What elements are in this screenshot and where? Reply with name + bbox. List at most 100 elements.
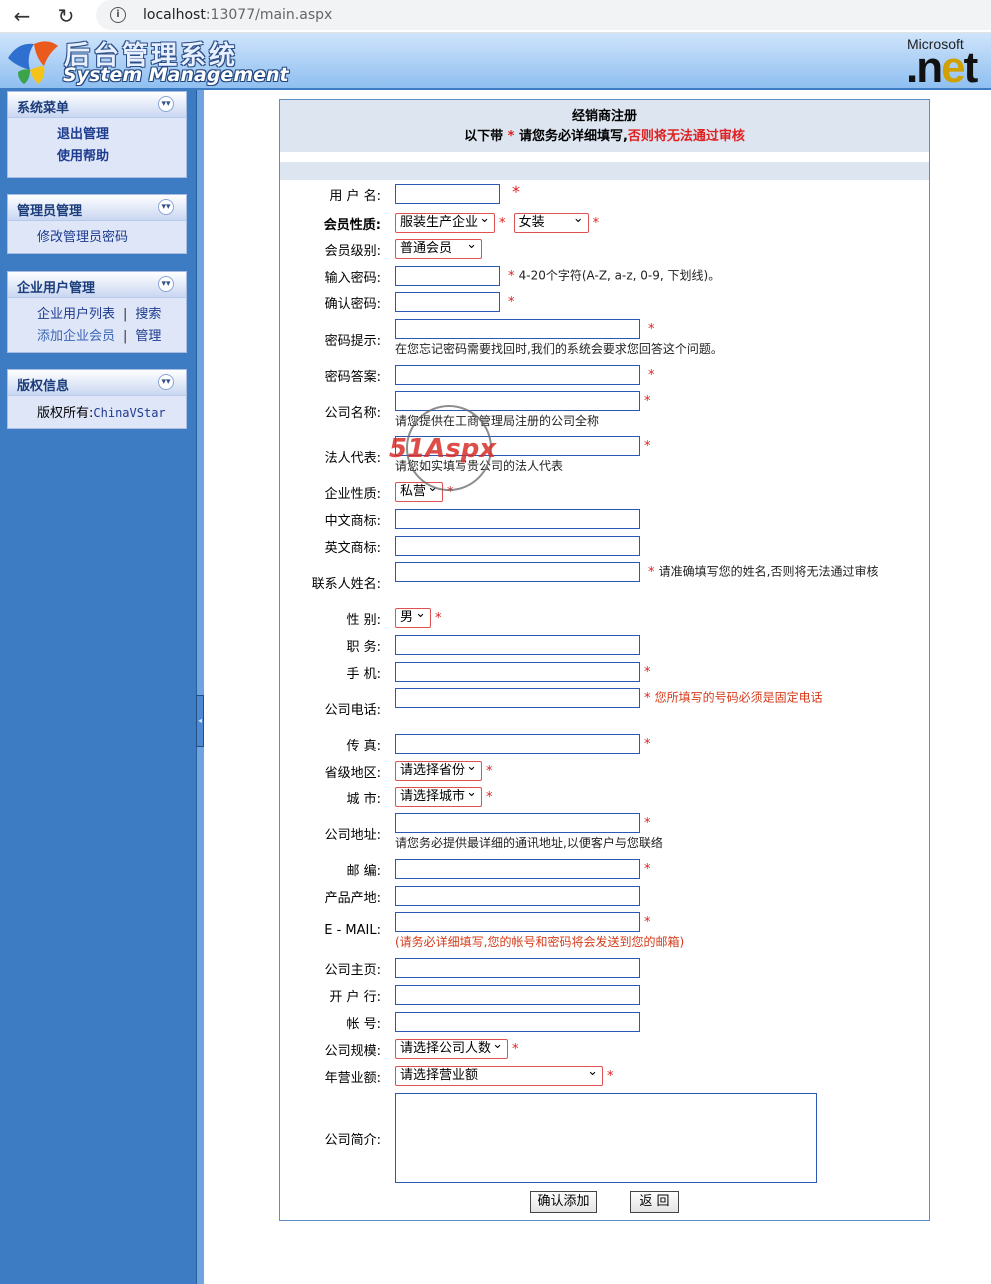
fax-input[interactable]	[395, 734, 640, 754]
en-brand-label: 英文商标:	[324, 541, 381, 556]
bank-input[interactable]	[395, 985, 640, 1005]
panel-header[interactable]: 系统菜单 ▾▾	[8, 92, 186, 118]
email-label: E - MAIL:	[324, 923, 381, 938]
logo-english-title: System Management	[63, 64, 289, 86]
panel-title: 版权信息	[17, 379, 70, 394]
province-label: 省级地区:	[324, 766, 381, 781]
account-label: 帐 号:	[346, 1017, 381, 1032]
panel-header[interactable]: 企业用户管理 ▾▾	[8, 272, 186, 298]
product-origin-input[interactable]	[395, 886, 640, 906]
password-answer-input[interactable]	[395, 365, 640, 385]
address-label: 公司地址:	[324, 828, 381, 843]
password-question-input[interactable]	[395, 319, 640, 339]
province-select[interactable]: 请选择省份	[395, 758, 482, 781]
confirm-password-input[interactable]	[395, 292, 500, 312]
confirm-password-label: 确认密码:	[324, 297, 381, 312]
legal-rep-label: 法人代表:	[324, 451, 381, 466]
company-scale-select[interactable]: 请选择公司人数	[395, 1036, 508, 1059]
sidebar-item-change-password[interactable]: 修改管理员密码	[37, 230, 128, 245]
form-header: 经销商注册 以下带 * 请您务必详细填写,否则将无法通过审核	[280, 100, 929, 152]
member-type-select[interactable]: 服装生产企业	[395, 210, 495, 233]
separator: |	[123, 329, 128, 344]
cn-brand-input[interactable]	[395, 509, 640, 529]
company-name-note: 请您提供在工商管理局注册的公司全称	[395, 414, 600, 428]
reload-icon[interactable]: ↻	[54, 4, 78, 28]
panel-header[interactable]: 管理员管理 ▾▾	[8, 195, 186, 221]
fax-label: 传 真:	[346, 739, 381, 754]
en-brand-input[interactable]	[395, 536, 640, 556]
sidebar-item-logout[interactable]: 退出管理	[57, 127, 109, 142]
address-note: 请您务必提供最详细的通讯地址,以便客户与您联络	[395, 836, 663, 850]
password-label: 输入密码:	[324, 271, 381, 286]
sidebar-item-add-member[interactable]: 添加企业会员	[37, 329, 115, 344]
sidebar-item-user-list[interactable]: 企业用户列表	[37, 307, 115, 322]
bank-label: 开 户 行:	[329, 990, 381, 1005]
sidebar-item-manage[interactable]: 管理	[135, 329, 161, 344]
sidebar-item-search[interactable]: 搜索	[135, 307, 161, 322]
back-arrow-icon[interactable]: ←	[10, 4, 34, 28]
email-note: (请务必详细填写,您的帐号和密码将会发送到您的邮箱)	[395, 935, 685, 949]
enterprise-type-select[interactable]: 私营	[395, 479, 443, 502]
password-input[interactable]	[395, 266, 500, 286]
chevron-down-icon[interactable]: ▾▾	[158, 374, 174, 390]
panel-header[interactable]: 版权信息 ▾▾	[8, 370, 186, 396]
company-scale-label: 公司规模:	[324, 1044, 381, 1059]
password-hint: 4-20个字符(A-Z, a-z, 0-9, 下划线)。	[518, 268, 721, 283]
contact-name-input[interactable]	[395, 562, 640, 582]
phone-label: 公司电话:	[324, 703, 381, 718]
chevron-down-icon[interactable]: ▾▾	[158, 199, 174, 215]
member-level-select[interactable]: 普通会员	[395, 236, 482, 259]
dotnet-logo: .net	[906, 43, 978, 92]
sidebar-splitter[interactable]	[196, 90, 204, 1284]
revenue-select[interactable]: 请选择营业额	[395, 1063, 603, 1086]
phone-input[interactable]	[395, 688, 640, 708]
city-label: 城 市:	[346, 792, 381, 807]
sidebar-item-help[interactable]: 使用帮助	[57, 149, 109, 164]
address-bar[interactable]: i localhost:13077/main.aspx	[96, 0, 991, 30]
company-intro-label: 公司简介:	[324, 1133, 381, 1148]
city-select[interactable]: 请选择城市	[395, 784, 482, 807]
member-level-label: 会员级别:	[324, 244, 381, 259]
mobile-input[interactable]	[395, 662, 640, 682]
registration-form: 经销商注册 以下带 * 请您务必详细填写,否则将无法通过审核 用 户 名: * …	[279, 99, 930, 1221]
email-input[interactable]	[395, 912, 640, 932]
position-input[interactable]	[395, 635, 640, 655]
password-question-note: 在您忘记密码需要找回时,我们的系统会要求您回答这个问题。	[395, 342, 723, 356]
gender-select[interactable]: 男	[395, 605, 431, 628]
contact-name-hint: 请准确填写您的姓名,否则将无法通过审核	[658, 564, 879, 579]
legal-rep-input[interactable]	[395, 436, 640, 456]
address-input[interactable]	[395, 813, 640, 833]
gender-label: 性 别:	[346, 613, 381, 628]
panel-system-menu: 系统菜单 ▾▾ 退出管理 使用帮助	[7, 91, 187, 178]
password-answer-label: 密码答案:	[324, 370, 381, 385]
copyright-owner: ChinaVStar	[93, 406, 166, 420]
member-subtype-select[interactable]: 女装	[513, 210, 589, 233]
zip-input[interactable]	[395, 859, 640, 879]
username-input[interactable]	[395, 183, 500, 204]
homepage-input[interactable]	[395, 958, 640, 978]
collapse-handle-icon[interactable]: ◂	[196, 695, 204, 747]
phone-hint: 您所填写的号码必须是固定电话	[654, 690, 823, 705]
sidebar	[0, 90, 196, 1284]
chevron-down-icon[interactable]: ▾▾	[158, 276, 174, 292]
company-name-input[interactable]	[395, 391, 640, 411]
chevron-down-icon[interactable]: ▾▾	[158, 96, 174, 112]
header-banner: 后台管理系统 System Management Microsoft .net	[0, 33, 991, 92]
url-text: localhost:13077/main.aspx	[143, 7, 333, 23]
product-origin-label: 产品产地:	[324, 891, 381, 906]
zip-label: 邮 编:	[346, 864, 381, 879]
panel-admin-management: 管理员管理 ▾▾ 修改管理员密码	[7, 194, 187, 254]
info-icon[interactable]: i	[110, 7, 126, 23]
back-button[interactable]: 返 回	[630, 1191, 679, 1213]
company-intro-textarea[interactable]	[395, 1093, 817, 1183]
contact-name-label: 联系人姓名:	[311, 577, 381, 592]
username-label: 用 户 名:	[329, 189, 381, 204]
member-type-label: 会员性质:	[323, 218, 381, 233]
panel-copyright: 版权信息 ▾▾ 版权所有:ChinaVStar	[7, 369, 187, 429]
homepage-label: 公司主页:	[324, 963, 381, 978]
copyright-label: 版权所有:	[37, 406, 94, 421]
password-question-label: 密码提示:	[324, 334, 381, 349]
form-divider-band	[280, 162, 929, 180]
submit-button[interactable]: 确认添加	[530, 1191, 597, 1213]
account-input[interactable]	[395, 1012, 640, 1032]
